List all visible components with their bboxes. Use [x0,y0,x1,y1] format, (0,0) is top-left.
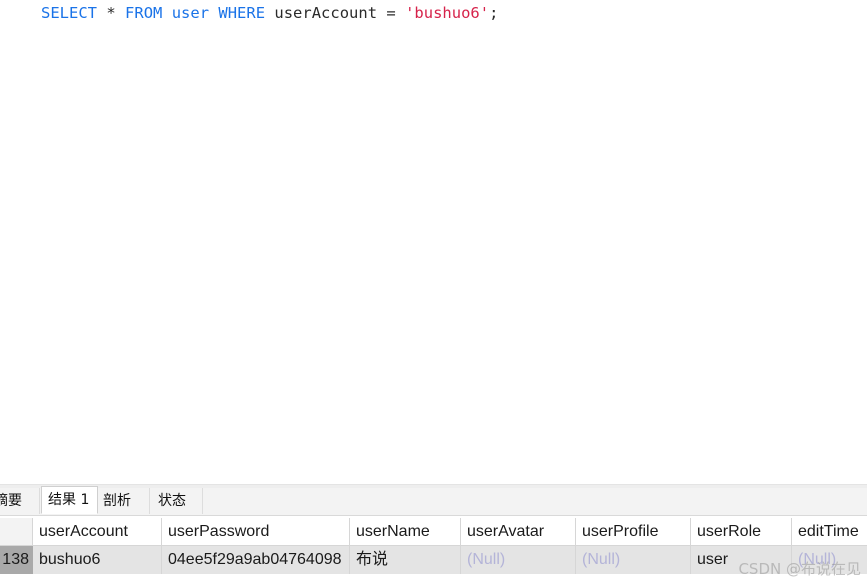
table-row[interactable]: 138 bushuo6 04ee5f29a9ab04764098 布说 (Nul… [0,546,867,574]
cell-useravatar-null[interactable]: (Null) [461,546,576,574]
tab-result-1[interactable]: 结果 1 [41,486,98,514]
sql-semicolon: ; [489,4,499,22]
sql-column-name: userAccount [274,4,378,22]
cell-userprofile-null[interactable]: (Null) [576,546,691,574]
sql-editor[interactable]: SELECT * FROM user WHERE userAccount = '… [0,0,867,484]
tab-result-1-label: 结果 1 [48,492,90,508]
result-tab-bar: 摘要 结果 1 剖析 状态 [0,486,867,516]
cell-userpassword[interactable]: 04ee5f29a9ab04764098 [162,546,350,574]
column-header-useraccount[interactable]: userAccount [33,518,162,546]
tab-summary[interactable]: 摘要 [0,488,40,514]
tab-profile[interactable]: 剖析 [98,488,150,514]
cell-username[interactable]: 布说 [350,546,461,574]
sql-string-value: 'bushuo6' [405,4,490,22]
tab-status-label: 状态 [158,493,186,509]
column-header-edittime[interactable]: editTime [792,518,867,546]
grid-header-row: userAccount userPassword userName userAv… [0,518,867,546]
sql-keyword-from: FROM [125,4,163,22]
sql-equals: = [386,4,396,22]
column-header-useravatar[interactable]: userAvatar [461,518,576,546]
tab-summary-label: 摘要 [0,493,22,509]
row-number[interactable]: 138 [0,546,33,574]
tab-profile-label: 剖析 [103,493,131,509]
column-header-userprofile[interactable]: userProfile [576,518,691,546]
sql-keyword-where: WHERE [218,4,266,22]
column-header-username[interactable]: userName [350,518,461,546]
tab-status[interactable]: 状态 [150,488,203,514]
column-header-userrole[interactable]: userRole [691,518,792,546]
cell-useraccount[interactable]: bushuo6 [33,546,162,574]
sql-star: * [106,4,116,22]
column-header-userpassword[interactable]: userPassword [162,518,350,546]
sql-table-name: user [171,4,210,22]
result-grid[interactable]: userAccount userPassword userName userAv… [0,516,867,583]
sql-line-1[interactable]: SELECT * FROM user WHERE userAccount = '… [41,3,498,23]
sql-keyword-select: SELECT [41,4,97,22]
watermark: CSDN @布说在见 [738,560,861,578]
row-number-header[interactable] [0,518,33,546]
